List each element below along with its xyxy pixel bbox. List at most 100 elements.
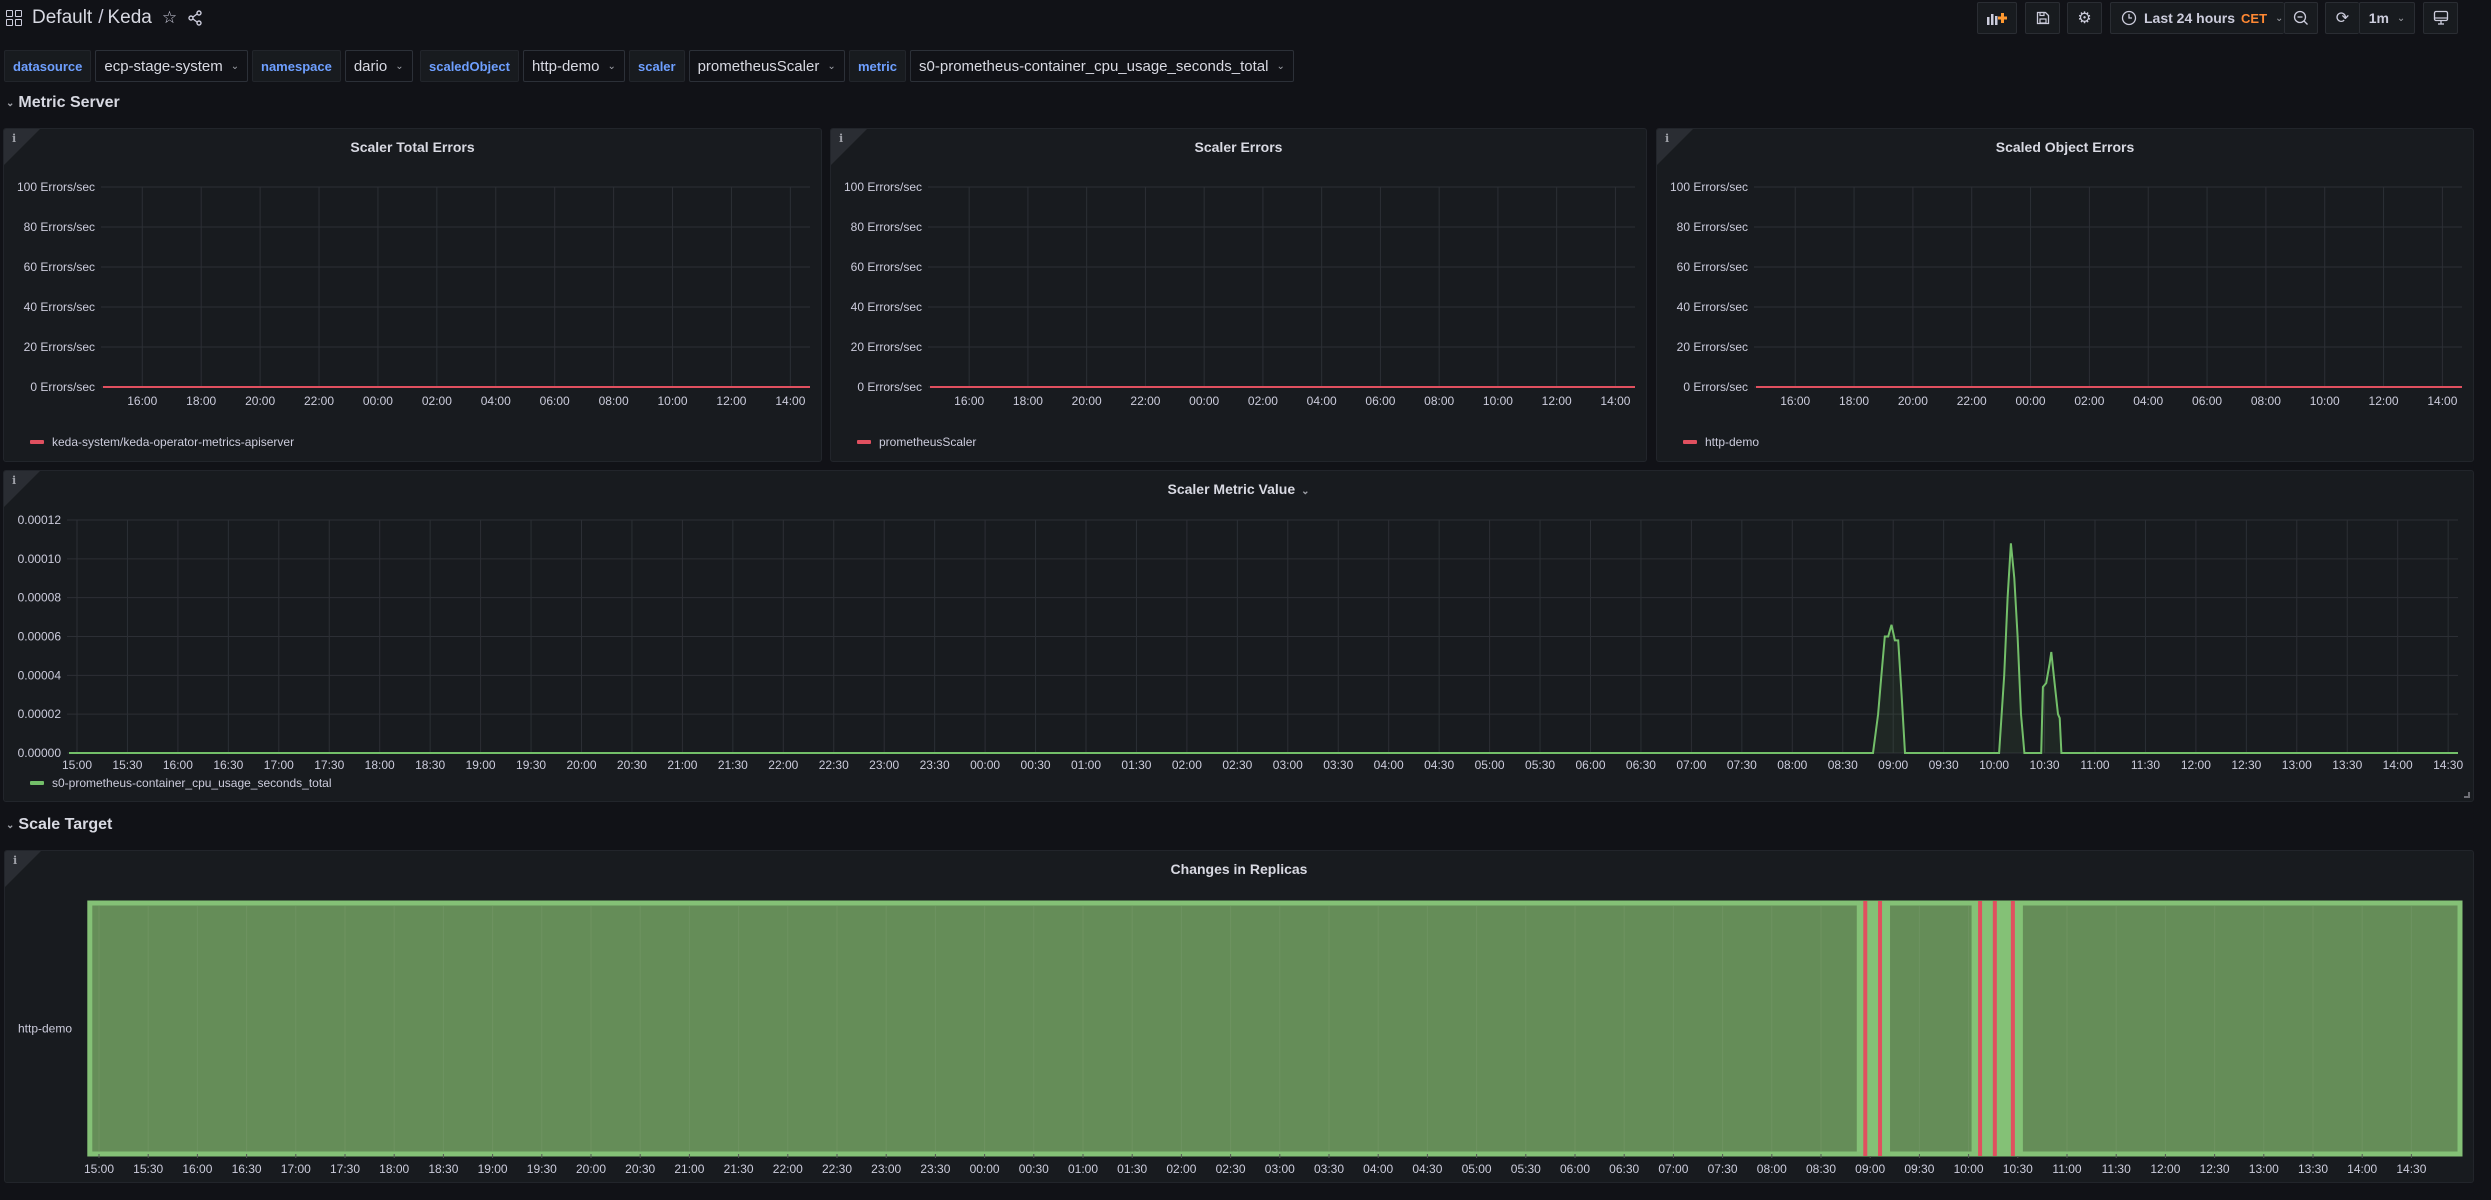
legend-label: http-demo bbox=[1705, 435, 1760, 449]
x-tick-label: 00:00 bbox=[363, 394, 393, 408]
time-range-picker[interactable]: Last 24 hours CET ⌄ bbox=[2110, 2, 2284, 34]
x-tick-label: 12:00 bbox=[2150, 1162, 2180, 1176]
panel-scaled-object-errors: i Scaled Object Errors 100 Errors/sec 80 … bbox=[1656, 128, 2474, 462]
x-tick-label: 00:30 bbox=[1019, 1162, 1049, 1176]
x-tick-label: 16:00 bbox=[127, 394, 157, 408]
namespace-select[interactable]: dario ⌄ bbox=[344, 50, 413, 82]
dashboard-settings-button[interactable]: ⚙ bbox=[2067, 2, 2102, 34]
y-tick-label: 0.00002 bbox=[18, 707, 62, 721]
clock-icon bbox=[2121, 10, 2137, 26]
x-tick-label: 16:30 bbox=[213, 758, 243, 772]
save-dashboard-button[interactable] bbox=[2025, 2, 2060, 34]
chevron-down-icon: ⌄ bbox=[2275, 12, 2284, 24]
legend-swatch bbox=[1683, 440, 1697, 444]
x-tick-label: 02:00 bbox=[2074, 394, 2104, 408]
x-tick-label: 18:00 bbox=[186, 394, 216, 408]
variable-label: scaledObject bbox=[420, 50, 519, 82]
x-tick-label: 04:00 bbox=[1374, 758, 1404, 772]
x-tick-label: 18:00 bbox=[365, 758, 395, 772]
legend-swatch bbox=[30, 781, 44, 785]
variable-value: s0-prometheus-container_cpu_usage_second… bbox=[919, 57, 1269, 75]
chart-svg: 100 Errors/sec 80 Errors/sec 60 Errors/sec… bbox=[17, 180, 810, 408]
add-panel-icon bbox=[1987, 13, 2007, 25]
variable-value: dario bbox=[353, 57, 388, 75]
x-tick-label: 21:00 bbox=[674, 1162, 704, 1176]
legend-item[interactable]: prometheusScaler bbox=[857, 435, 976, 449]
x-tick-label: 15:30 bbox=[133, 1162, 163, 1176]
zoom-out-button[interactable] bbox=[2284, 2, 2318, 34]
legend-label: prometheusScaler bbox=[879, 435, 977, 449]
x-tick-label: 11:30 bbox=[2102, 1162, 2131, 1176]
row-title: Scale Target bbox=[18, 816, 113, 833]
x-tick-label: 00:00 bbox=[1189, 394, 1219, 408]
x-tick-label: 08:00 bbox=[1424, 394, 1454, 408]
x-tick-label: 10:00 bbox=[658, 394, 688, 408]
panel-scaler-errors: i Scaler Errors 100 Errors/sec 80 Errors/… bbox=[830, 128, 1647, 462]
y-tick-label: 80 Errors/sec bbox=[24, 220, 95, 234]
x-tick-label: 13:30 bbox=[2332, 758, 2362, 772]
legend-label: keda-system/keda-operator-metrics-apiser… bbox=[52, 435, 295, 449]
chevron-down-icon: ⌄ bbox=[827, 60, 836, 72]
timezone-label: CET bbox=[2241, 10, 2268, 26]
x-tick-label: 15:30 bbox=[112, 758, 142, 772]
y-tick-label: 60 Errors/sec bbox=[24, 260, 95, 274]
chevron-down-icon: ⌄ bbox=[395, 60, 404, 72]
refresh-interval-label: 1m bbox=[2368, 10, 2389, 26]
state-segment-border bbox=[1996, 901, 2005, 1156]
panel-resize-handle[interactable] bbox=[2464, 792, 2470, 798]
x-tick-label: 18:00 bbox=[1839, 394, 1869, 408]
y-tick-label: 20 Errors/sec bbox=[24, 340, 95, 354]
x-tick-label: 19:30 bbox=[516, 758, 546, 772]
row-metric-server[interactable]: ⌄ Metric Server bbox=[6, 94, 120, 112]
x-tick-label: 04:00 bbox=[2133, 394, 2163, 408]
chart-svg: http-demo 15:00 15:30 16:00 16:30 17:00 17:30 1… bbox=[18, 900, 2463, 1176]
monitor-icon bbox=[2433, 10, 2448, 25]
x-tick-label: 05:30 bbox=[1525, 758, 1555, 772]
breadcrumb-separator: / bbox=[98, 7, 104, 28]
add-panel-button[interactable] bbox=[1977, 2, 2017, 34]
x-tick-label: 06:00 bbox=[1365, 394, 1395, 408]
x-tick-label: 15:00 bbox=[62, 758, 92, 772]
state-segment-border bbox=[2004, 900, 2014, 1157]
x-tick-label: 04:30 bbox=[1424, 758, 1454, 772]
tv-mode-button[interactable] bbox=[2423, 2, 2458, 34]
chevron-down-icon: ⌄ bbox=[1276, 60, 1285, 72]
legend-item[interactable]: s0-prometheus-container_cpu_usage_second… bbox=[30, 776, 332, 790]
row-label: http-demo bbox=[18, 1022, 72, 1036]
variable-scaledobject: scaledObject http-demo ⌄ bbox=[420, 50, 625, 82]
legend-swatch bbox=[857, 440, 871, 444]
x-tick-label: 04:00 bbox=[481, 394, 511, 408]
x-tick-label: 01:30 bbox=[1121, 758, 1151, 772]
row-scale-target[interactable]: ⌄ Scale Target bbox=[6, 816, 112, 834]
x-tick-label: 03:30 bbox=[1314, 1162, 1344, 1176]
star-icon[interactable]: ☆ bbox=[162, 8, 177, 28]
scaler-select[interactable]: prometheusScaler ⌄ bbox=[688, 50, 845, 82]
datasource-select[interactable]: ecp-stage-system ⌄ bbox=[95, 50, 249, 82]
share-icon[interactable] bbox=[187, 10, 203, 26]
variable-value: ecp-stage-system bbox=[104, 57, 223, 75]
refresh-button[interactable]: ⟳ bbox=[2325, 2, 2359, 34]
x-tick-label: 19:00 bbox=[478, 1162, 508, 1176]
state-segment-border bbox=[1882, 901, 1891, 1156]
legend-item[interactable]: http-demo bbox=[1683, 435, 1759, 449]
x-tick-label: 10:00 bbox=[1979, 758, 2009, 772]
x-tick-label: 04:00 bbox=[1307, 394, 1337, 408]
x-tick-label: 07:00 bbox=[1676, 758, 1706, 772]
x-tick-label: 08:00 bbox=[1777, 758, 1807, 772]
x-tick-label: 03:30 bbox=[1323, 758, 1353, 772]
x-tick-label: 18:30 bbox=[415, 758, 445, 772]
chart-svg: 100 Errors/sec 80 Errors/sec 60 Errors/sec… bbox=[1670, 180, 2462, 408]
refresh-interval-picker[interactable]: 1m ⌄ bbox=[2359, 2, 2415, 34]
chevron-down-icon: ⌄ bbox=[6, 819, 15, 831]
metric-select[interactable]: s0-prometheus-container_cpu_usage_second… bbox=[910, 50, 1294, 82]
x-tick-label: 04:30 bbox=[1412, 1162, 1442, 1176]
breadcrumb-folder[interactable]: Default bbox=[32, 7, 92, 29]
x-tick-label: 16:00 bbox=[954, 394, 984, 408]
legend-label: s0-prometheus-container_cpu_usage_second… bbox=[52, 776, 332, 790]
scaledobject-select[interactable]: http-demo ⌄ bbox=[522, 50, 625, 82]
legend-item[interactable]: keda-system/keda-operator-metrics-apiser… bbox=[30, 435, 294, 449]
state-segment-border bbox=[1986, 900, 1996, 1157]
x-tick-label: 23:00 bbox=[869, 758, 899, 772]
x-tick-label: 16:30 bbox=[232, 1162, 262, 1176]
apps-grid-icon[interactable] bbox=[6, 10, 22, 26]
